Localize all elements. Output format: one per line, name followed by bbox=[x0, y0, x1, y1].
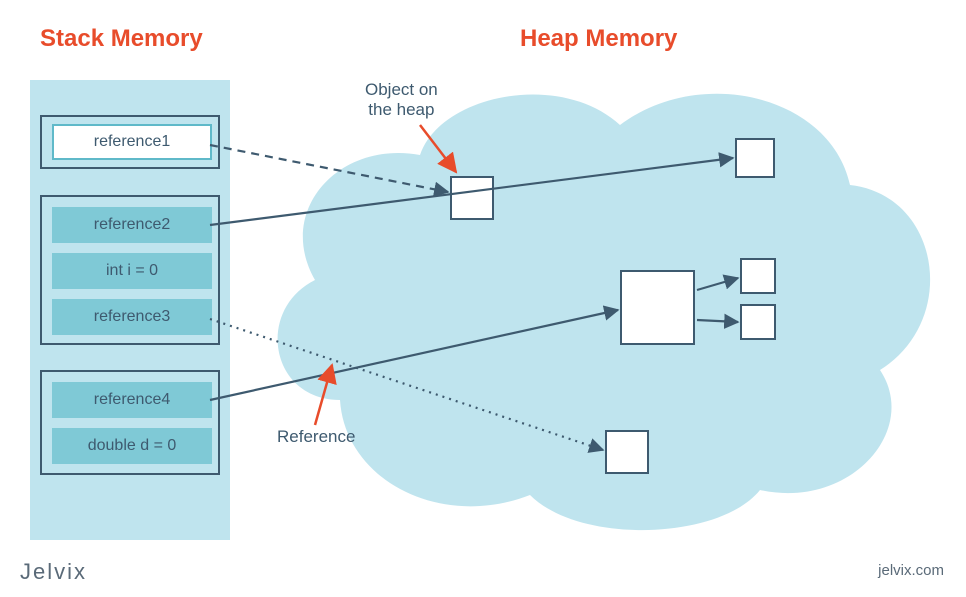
slot-reference3: reference3 bbox=[52, 299, 212, 335]
heap-object-6 bbox=[605, 430, 649, 474]
heap-object-3 bbox=[620, 270, 695, 345]
stack-frame-2: reference2 int i = 0 reference3 bbox=[40, 195, 220, 345]
annotation-object-on-heap: Object on the heap bbox=[365, 80, 438, 121]
stack-memory-container: reference1 reference2 int i = 0 referenc… bbox=[30, 80, 230, 540]
slot-int-i: int i = 0 bbox=[52, 253, 212, 289]
heap-object-1 bbox=[450, 176, 494, 220]
heap-title: Heap Memory bbox=[520, 25, 677, 53]
stack-title: Stack Memory bbox=[40, 25, 203, 53]
heap-object-5 bbox=[740, 304, 776, 340]
slot-double-d: double d = 0 bbox=[52, 428, 212, 464]
footer-url: jelvix.com bbox=[878, 562, 944, 579]
slot-reference1: reference1 bbox=[52, 124, 212, 160]
slot-reference2: reference2 bbox=[52, 207, 212, 243]
stack-frame-1: reference1 bbox=[40, 115, 220, 169]
stack-frame-3: reference4 double d = 0 bbox=[40, 370, 220, 475]
footer-brand: Jelvix bbox=[20, 559, 87, 585]
slot-reference4: reference4 bbox=[52, 382, 212, 418]
heap-object-4 bbox=[740, 258, 776, 294]
heap-object-2 bbox=[735, 138, 775, 178]
annotation-reference: Reference bbox=[277, 427, 355, 447]
